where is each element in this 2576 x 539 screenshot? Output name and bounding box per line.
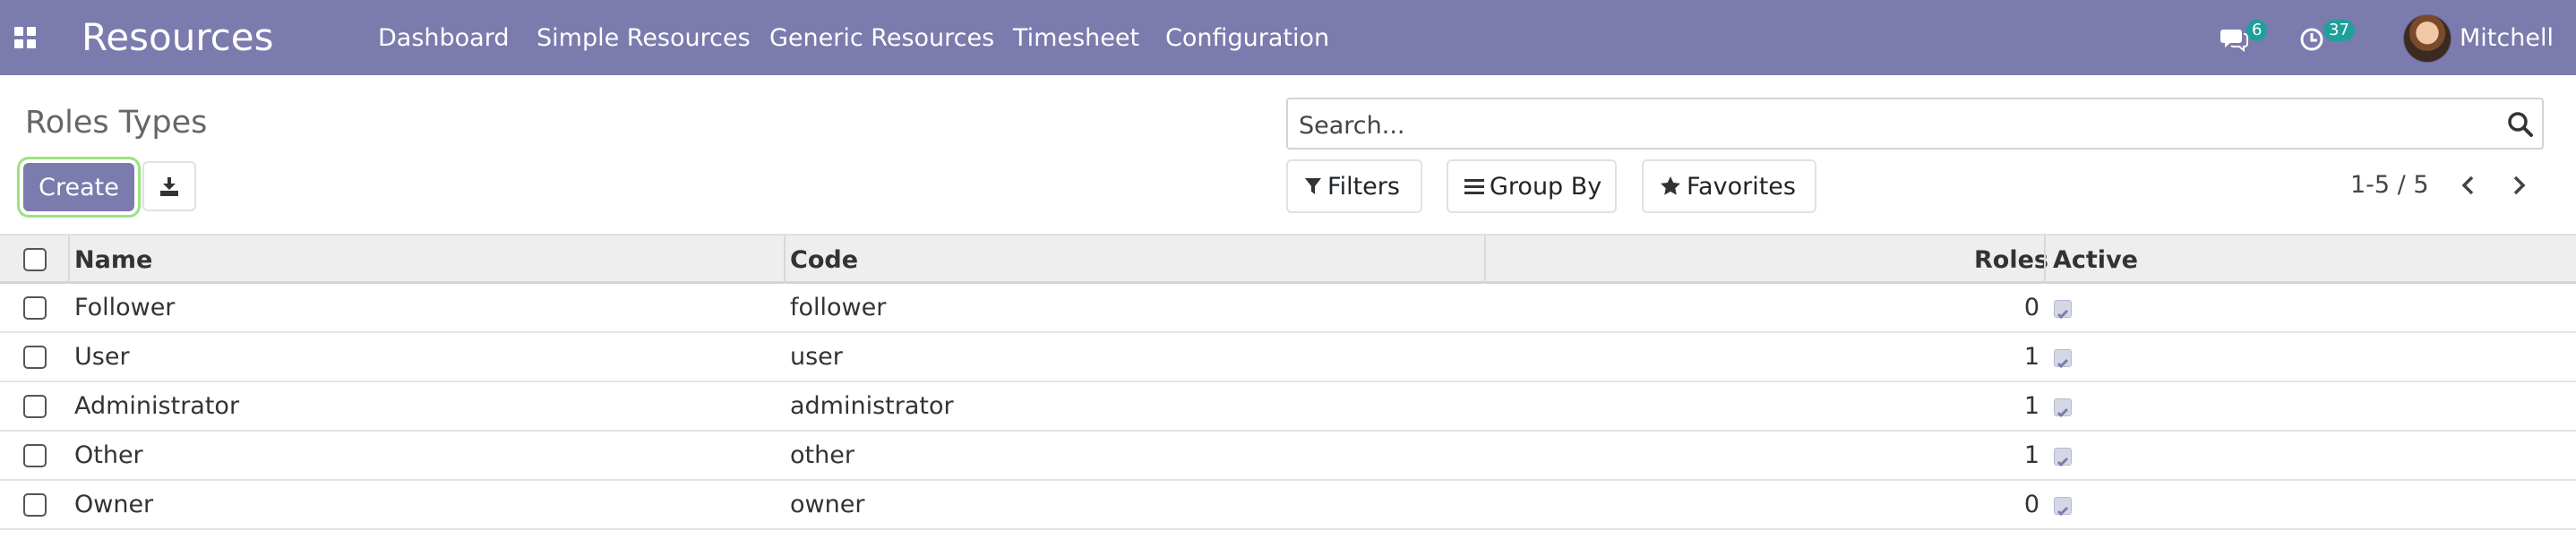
favorites-label: Favorites <box>1687 172 1796 201</box>
cell-name: User <box>74 343 130 371</box>
cell-code: other <box>790 441 854 469</box>
column-divider <box>1484 235 1486 284</box>
pager-next-icon[interactable] <box>2504 170 2533 201</box>
table-row[interactable]: User user 1 <box>0 333 2576 382</box>
column-divider <box>68 235 70 284</box>
app-menu-icon[interactable] <box>14 27 36 48</box>
cell-roles: 1 <box>2023 441 2039 469</box>
messages-count-badge: 6 <box>2246 20 2268 41</box>
check-icon <box>2057 309 2069 320</box>
row-select-checkbox[interactable] <box>23 296 47 320</box>
download-icon <box>160 177 178 196</box>
menu-configuration[interactable]: Configuration <box>1165 24 1329 53</box>
select-all-checkbox[interactable] <box>23 248 47 271</box>
filters-label: Filters <box>1327 172 1400 201</box>
star-icon <box>1661 176 1680 195</box>
cell-name: Administrator <box>74 392 240 420</box>
table-row[interactable]: Owner owner 0 <box>0 481 2576 530</box>
favorites-button[interactable]: Favorites <box>1642 159 1816 213</box>
cell-name: Follower <box>74 294 176 321</box>
active-checkbox <box>2054 300 2072 320</box>
column-header-active[interactable]: Active <box>2053 246 2138 275</box>
menu-timesheet[interactable]: Timesheet <box>1013 24 1139 53</box>
create-button[interactable]: Create <box>23 163 134 211</box>
user-menu-name[interactable]: Mitchell <box>2460 24 2554 53</box>
menu-dashboard[interactable]: Dashboard <box>378 24 509 53</box>
row-select-checkbox[interactable] <box>23 395 47 418</box>
pager-value[interactable]: 1-5 / 5 <box>2350 170 2429 201</box>
list-icon <box>1464 179 1484 194</box>
top-navbar: Resources Dashboard Simple Resources Gen… <box>0 0 2576 75</box>
check-icon <box>2057 358 2069 369</box>
column-header-code[interactable]: Code <box>790 246 858 275</box>
export-button[interactable] <box>142 161 196 211</box>
check-icon <box>2057 506 2069 517</box>
column-header-roles[interactable]: Roles <box>1974 246 2048 275</box>
app-brand[interactable]: Resources <box>82 13 274 63</box>
check-icon <box>2057 407 2069 418</box>
cell-roles: 1 <box>2023 343 2039 371</box>
search-bar[interactable] <box>1286 98 2544 150</box>
cell-code: administrator <box>790 392 954 420</box>
table-row[interactable]: Other other 1 <box>0 432 2576 481</box>
cell-code: owner <box>790 491 865 518</box>
cell-roles: 1 <box>2023 392 2039 420</box>
cell-code: follower <box>790 294 887 321</box>
activities-count-badge: 37 <box>2323 20 2355 41</box>
active-checkbox <box>2054 398 2072 418</box>
search-input[interactable] <box>1297 107 2465 144</box>
active-checkbox <box>2054 349 2072 369</box>
group-by-label: Group By <box>1490 172 1602 201</box>
cell-roles: 0 <box>2023 294 2039 321</box>
group-by-button[interactable]: Group By <box>1447 159 1617 213</box>
row-select-checkbox[interactable] <box>23 493 47 517</box>
cell-roles: 0 <box>2023 491 2039 518</box>
search-icon[interactable] <box>2506 110 2535 139</box>
column-divider <box>784 235 786 284</box>
menu-simple-resources[interactable]: Simple Resources <box>537 24 751 53</box>
active-checkbox <box>2054 497 2072 517</box>
messages-icon[interactable] <box>2220 24 2248 53</box>
filter-icon <box>1305 178 1321 194</box>
cell-code: user <box>790 343 843 371</box>
pager-previous-icon[interactable] <box>2454 170 2483 201</box>
check-icon <box>2057 457 2069 467</box>
active-checkbox <box>2054 448 2072 467</box>
page-title: Roles Types <box>25 105 208 141</box>
menu-generic-resources[interactable]: Generic Resources <box>769 24 994 53</box>
cell-name: Owner <box>74 491 154 518</box>
column-divider <box>2044 235 2046 284</box>
row-select-checkbox[interactable] <box>23 444 47 467</box>
table-row[interactable]: Administrator administrator 1 <box>0 382 2576 432</box>
column-header-name[interactable]: Name <box>74 246 152 275</box>
row-select-checkbox[interactable] <box>23 346 47 369</box>
cell-name: Other <box>74 441 143 469</box>
table-header: Name Code Roles Active <box>0 234 2576 284</box>
table-row[interactable]: Follower follower 0 <box>0 284 2576 333</box>
filters-button[interactable]: Filters <box>1286 159 1422 213</box>
user-avatar[interactable] <box>2403 14 2451 63</box>
